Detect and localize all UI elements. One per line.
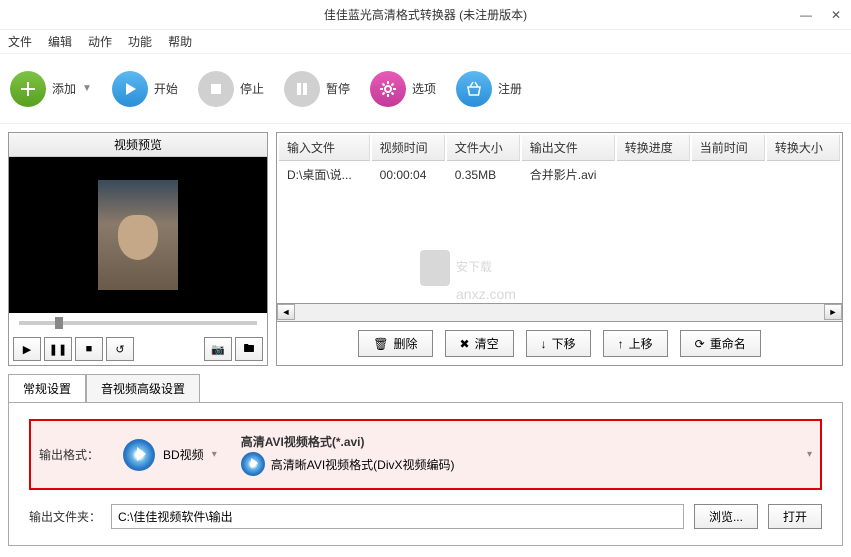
chevron-down-icon: ▼: [82, 83, 92, 94]
scroll-left-button[interactable]: ◄: [277, 304, 295, 320]
toolbar: 添加 ▼ 开始 停止 暂停 选项 注册: [0, 54, 851, 124]
close-button[interactable]: ✕: [821, 0, 851, 30]
preview-title: 视频预览: [9, 133, 267, 157]
output-folder-input[interactable]: C:\佳佳视频软件\输出: [111, 504, 684, 529]
cell-duration: 00:00:04: [372, 163, 445, 186]
cell-size: 0.35MB: [447, 163, 520, 186]
menubar: 文件 编辑 动作 功能 帮助: [0, 30, 851, 54]
pause-icon: [284, 71, 320, 107]
folder-button[interactable]: 🖿: [235, 337, 263, 361]
titlebar: 佳佳蓝光高清格式转换器 (未注册版本) — ✕: [0, 0, 851, 30]
tab-general[interactable]: 常规设置: [8, 374, 86, 402]
menu-file[interactable]: 文件: [8, 33, 32, 50]
cell-current: [692, 163, 765, 186]
disc-icon: [123, 439, 155, 471]
col-size[interactable]: 文件大小: [447, 135, 520, 161]
settings-tabs: 常规设置 音视频高级设置 输出格式： BD视频 ▾ 高清AVI视频格式(*.av…: [8, 374, 843, 546]
video-preview[interactable]: [9, 157, 267, 313]
open-button[interactable]: 打开: [768, 504, 822, 529]
chevron-down-icon: ▾: [212, 449, 217, 460]
arrow-down-icon: ↓: [541, 337, 547, 351]
video-thumbnail: [98, 180, 178, 290]
format-desc: 高清晰AVI视频格式(DivX视频编码): [271, 456, 455, 473]
file-table[interactable]: 输入文件 视频时间 文件大小 输出文件 转换进度 当前时间 转换大小 D:\桌面…: [276, 132, 843, 304]
output-folder-row: 输出文件夹： C:\佳佳视频软件\输出 浏览... 打开: [29, 504, 822, 529]
disc-icon: [241, 452, 265, 476]
seek-slider[interactable]: [9, 313, 267, 333]
delete-button[interactable]: 🗑删除: [358, 330, 432, 357]
arrow-up-icon: ↑: [618, 337, 624, 351]
refresh-icon: ⟳: [695, 337, 705, 351]
preview-play-button[interactable]: ▶: [13, 337, 41, 361]
window-title: 佳佳蓝光高清格式转换器 (未注册版本): [324, 6, 527, 23]
main-area: 视频预览 ▶ ❚❚ ■ ↺ 📷 🖿 输入文件 视频时间 文件大小 输出文件: [0, 124, 851, 374]
tab-content: 输出格式： BD视频 ▾ 高清AVI视频格式(*.avi) 高清晰AVI视频格式…: [8, 402, 843, 546]
browse-button[interactable]: 浏览...: [694, 504, 758, 529]
stop-label: 停止: [240, 80, 264, 97]
col-progress[interactable]: 转换进度: [617, 135, 690, 161]
rename-button[interactable]: ⟳重命名: [680, 330, 761, 357]
pause-button[interactable]: 暂停: [284, 71, 350, 107]
pause-label: 暂停: [326, 80, 350, 97]
minimize-button[interactable]: —: [791, 0, 821, 30]
stop-button[interactable]: 停止: [198, 71, 264, 107]
list-actions: 🗑删除 ✖清空 ↓下移 ↑上移 ⟳重命名: [276, 322, 843, 366]
preview-controls: ▶ ❚❚ ■ ↺ 📷 🖿: [9, 333, 267, 365]
x-icon: ✖: [460, 337, 470, 351]
format-detail-dropdown[interactable]: 高清AVI视频格式(*.avi) 高清晰AVI视频格式(DivX视频编码): [241, 433, 793, 476]
col-input[interactable]: 输入文件: [279, 135, 370, 161]
play-icon: [112, 71, 148, 107]
move-down-button[interactable]: ↓下移: [526, 330, 591, 357]
chevron-down-icon: ▾: [807, 449, 812, 460]
col-duration[interactable]: 视频时间: [372, 135, 445, 161]
cell-input: D:\桌面\说...: [279, 163, 370, 186]
format-title: 高清AVI视频格式(*.avi): [241, 433, 793, 450]
options-button[interactable]: 选项: [370, 71, 436, 107]
preview-panel: 视频预览 ▶ ❚❚ ■ ↺ 📷 🖿: [8, 132, 268, 366]
format-category-dropdown[interactable]: BD视频 ▾: [113, 435, 227, 475]
horizontal-scrollbar[interactable]: ◄ ►: [276, 304, 843, 322]
category-label: BD视频: [163, 446, 204, 463]
trash-icon: 🗑: [373, 337, 388, 351]
start-button[interactable]: 开始: [112, 71, 178, 107]
gear-icon: [370, 71, 406, 107]
table-row[interactable]: D:\桌面\说... 00:00:04 0.35MB 合并影片.avi: [279, 163, 840, 186]
output-format-row: 输出格式： BD视频 ▾ 高清AVI视频格式(*.avi) 高清晰AVI视频格式…: [29, 419, 822, 490]
cell-convsize: [767, 163, 840, 186]
cell-progress: [617, 163, 690, 186]
stop-icon: [198, 71, 234, 107]
menu-action[interactable]: 动作: [88, 33, 112, 50]
scroll-right-button[interactable]: ►: [824, 304, 842, 320]
snapshot-button[interactable]: 📷: [204, 337, 232, 361]
preview-stop-button[interactable]: ■: [75, 337, 103, 361]
cell-output: 合并影片.avi: [522, 163, 615, 186]
col-convsize[interactable]: 转换大小: [767, 135, 840, 161]
col-current[interactable]: 当前时间: [692, 135, 765, 161]
start-label: 开始: [154, 80, 178, 97]
add-label: 添加: [52, 80, 76, 97]
file-list-panel: 输入文件 视频时间 文件大小 输出文件 转换进度 当前时间 转换大小 D:\桌面…: [276, 132, 843, 366]
menu-edit[interactable]: 编辑: [48, 33, 72, 50]
col-output[interactable]: 输出文件: [522, 135, 615, 161]
preview-pause-button[interactable]: ❚❚: [44, 337, 72, 361]
preview-loop-button[interactable]: ↺: [106, 337, 134, 361]
menu-help[interactable]: 帮助: [168, 33, 192, 50]
add-icon: [10, 71, 46, 107]
tab-advanced[interactable]: 音视频高级设置: [86, 374, 200, 402]
window-controls: — ✕: [791, 0, 851, 30]
clear-button[interactable]: ✖清空: [445, 330, 514, 357]
add-button[interactable]: 添加 ▼: [10, 71, 92, 107]
move-up-button[interactable]: ↑上移: [603, 330, 668, 357]
output-folder-label: 输出文件夹：: [29, 508, 101, 525]
menu-function[interactable]: 功能: [128, 33, 152, 50]
basket-icon: [456, 71, 492, 107]
output-format-label: 输出格式：: [39, 446, 99, 463]
options-label: 选项: [412, 80, 436, 97]
register-button[interactable]: 注册: [456, 71, 522, 107]
register-label: 注册: [498, 80, 522, 97]
